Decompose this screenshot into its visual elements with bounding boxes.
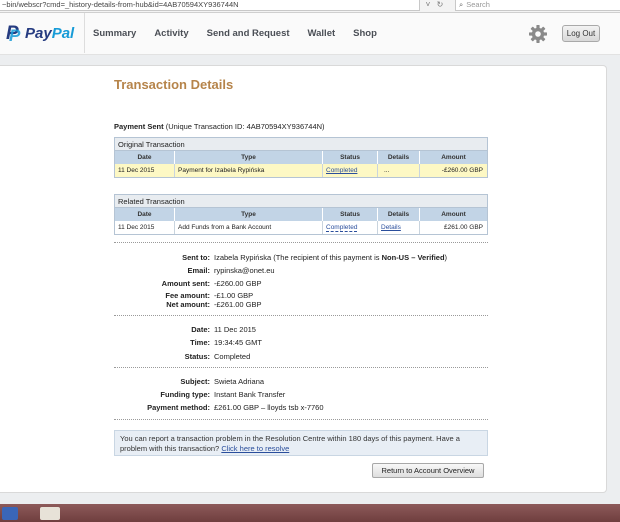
cell-status: Completed <box>323 221 378 234</box>
status-completed-link[interactable]: Completed <box>326 167 357 174</box>
site-header: PP PayPal Summary Activity Send and Requ… <box>0 13 620 55</box>
section-divider <box>114 367 488 368</box>
return-to-account-overview-button[interactable]: Return to Account Overview <box>372 463 484 478</box>
amount-sent-value: -£260.00 GBP <box>214 279 262 288</box>
email-row: Email: rypinska@onet.eu <box>100 266 275 276</box>
column-header: Details <box>378 151 420 164</box>
settings-gear-icon[interactable] <box>528 24 548 44</box>
time-value: 19:34:45 GMT <box>214 338 262 347</box>
table-row: 11 Dec 2015 Payment for Izabela Rypińska… <box>115 164 487 177</box>
payment-method-label: Payment method: <box>147 403 210 412</box>
table-row: 11 Dec 2015 Add Funds from a Bank Accoun… <box>115 221 487 234</box>
section-divider <box>114 315 488 316</box>
resolution-notice: You can report a transaction problem in … <box>114 430 488 456</box>
column-header: Type <box>175 151 323 164</box>
column-header: Amount <box>441 211 466 218</box>
date-value: 11 Dec 2015 <box>214 325 256 334</box>
column-header: Type <box>175 208 323 221</box>
search-icon: ⌕ <box>459 0 464 9</box>
cell-amount: £261.00 GBP <box>443 224 483 231</box>
history-dropdown-icon[interactable]: ˅ <box>422 0 434 10</box>
nav-wallet[interactable]: Wallet <box>308 28 336 39</box>
sent-to-row: Sent to: Izabela Rypińska (The recipient … <box>100 253 447 263</box>
app-icon[interactable] <box>40 507 60 520</box>
browser-toolbar: ~bin/webscr?cmd=_history-details-from-hu… <box>0 0 620 13</box>
resolve-link[interactable]: Click here to resolve <box>221 444 289 453</box>
table-caption: Related Transaction <box>115 195 487 208</box>
paypal-logo[interactable]: PP PayPal <box>6 23 75 45</box>
status-completed-link[interactable]: Completed <box>326 224 358 232</box>
column-header: Date <box>115 151 175 164</box>
start-icon[interactable] <box>2 507 18 520</box>
nav-send-and-request[interactable]: Send and Request <box>207 28 290 39</box>
payment-sent-label: Payment Sent <box>114 122 164 131</box>
original-transaction-table: Original Transaction Date Type Status De… <box>114 137 488 178</box>
net-label: Net amount: <box>166 300 210 309</box>
net-row: Net amount: -£261.00 GBP <box>100 300 262 310</box>
related-transaction-table: Related Transaction Date Type Status Det… <box>114 194 488 235</box>
paypal-wordmark: PayPal <box>25 25 75 42</box>
subject-label: Subject: <box>180 377 210 386</box>
cell-type: Add Funds from a Bank Account <box>175 221 323 234</box>
subject-value: Swieta Adriana <box>214 377 265 386</box>
amount-sent-label: Amount sent: <box>161 279 210 288</box>
net-value: -£261.00 GBP <box>214 300 262 309</box>
nav-divider <box>84 13 85 53</box>
email-label: Email: <box>187 266 210 275</box>
column-header: Status <box>323 151 378 164</box>
amount-sent-row: Amount sent: -£260.00 GBP <box>100 279 262 289</box>
funding-type-label: Funding type: <box>160 390 210 399</box>
main-nav: Summary Activity Send and Request Wallet… <box>84 13 395 53</box>
funding-type-value: Instant Bank Transfer <box>214 390 286 399</box>
date-label: Date: <box>191 325 210 334</box>
cell-status: Completed <box>323 164 378 177</box>
subject-row: Subject: Swieta Adriana <box>100 377 264 387</box>
payment-method-row: Payment method: £261.00 GBP – lloyds tsb … <box>100 403 324 413</box>
address-bar[interactable]: ~bin/webscr?cmd=_history-details-from-hu… <box>0 0 420 11</box>
time-label: Time: <box>190 338 210 347</box>
cell-details[interactable]: ... <box>378 164 420 177</box>
table-header-row: Date Type Status Details Amount <box>115 151 487 164</box>
status-value: Completed <box>214 352 251 361</box>
browser-search-input[interactable]: ⌕ Search <box>455 0 620 11</box>
column-header: Status <box>323 208 378 221</box>
cell-amount: -£260.00 GBP <box>441 167 483 174</box>
os-taskbar <box>0 504 620 522</box>
section-divider <box>114 419 488 420</box>
details-link[interactable]: Details <box>381 224 401 231</box>
page-title: Transaction Details <box>114 77 234 92</box>
section-divider <box>114 242 488 243</box>
reload-icon[interactable]: ↻ <box>434 0 446 10</box>
notice-text: You can report a transaction problem in … <box>120 434 460 453</box>
paypal-p-icon: PP <box>6 23 21 45</box>
status-label: Status: <box>184 352 210 361</box>
browser-nav-buttons: ˅ ↻ <box>422 0 452 11</box>
email-value: rypinska@onet.eu <box>214 266 275 275</box>
time-row: Time: 19:34:45 GMT <box>100 338 262 348</box>
nav-summary[interactable]: Summary <box>93 28 136 39</box>
cell-date: 11 Dec 2015 <box>115 221 175 234</box>
sent-to-value: Izabela Rypińska (The recipient of this … <box>214 253 448 262</box>
logout-button[interactable]: Log Out <box>562 25 600 42</box>
transaction-id: (Unique Transaction ID: 4AB70594XY936744… <box>165 122 325 131</box>
table-caption: Original Transaction <box>115 138 487 151</box>
sent-to-label: Sent to: <box>182 253 210 262</box>
column-header: Details <box>378 208 420 221</box>
nav-shop[interactable]: Shop <box>353 28 377 39</box>
payment-sent-line: Payment Sent (Unique Transaction ID: 4AB… <box>114 122 325 131</box>
cell-date: 11 Dec 2015 <box>115 164 175 177</box>
cell-details: Details <box>378 221 420 234</box>
table-header-row: Date Type Status Details Amount <box>115 208 487 221</box>
status-row: Status: Completed <box>100 352 251 362</box>
search-placeholder: Search <box>466 0 490 9</box>
date-row: Date: 11 Dec 2015 <box>100 325 256 335</box>
column-header: Amount <box>441 154 466 161</box>
funding-type-row: Funding type: Instant Bank Transfer <box>100 390 285 400</box>
nav-activity[interactable]: Activity <box>154 28 188 39</box>
payment-method-value: £261.00 GBP – lloyds tsb x-7760 <box>214 403 324 412</box>
cell-type: Payment for Izabela Rypińska <box>175 164 323 177</box>
column-header: Date <box>115 208 175 221</box>
